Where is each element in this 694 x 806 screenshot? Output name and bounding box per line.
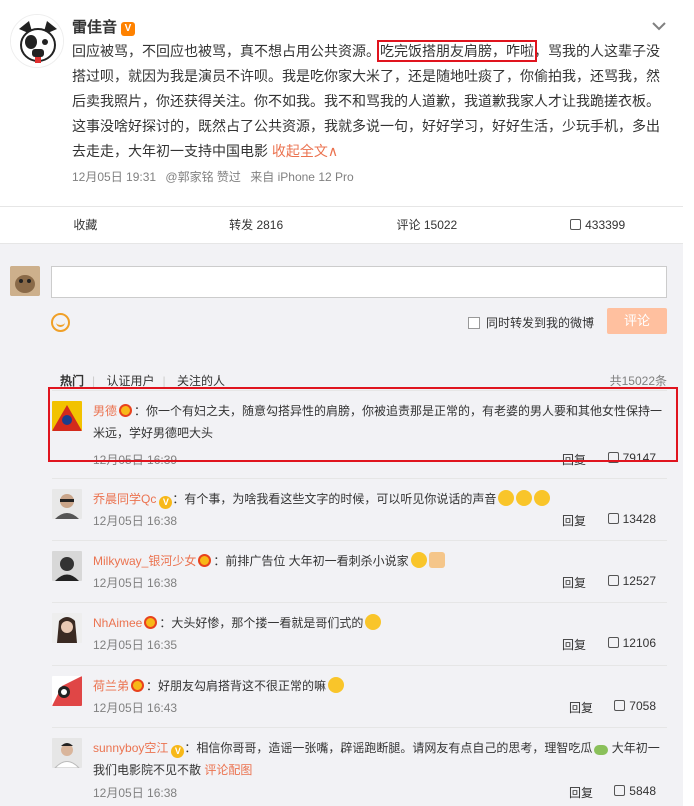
commenter-name[interactable]: sunnyboy空江 <box>93 741 168 755</box>
highlight-box <box>48 387 678 462</box>
verified-badge: V <box>171 745 185 758</box>
commenter-name[interactable]: NhAimee <box>93 616 142 630</box>
author-avatar[interactable] <box>10 14 64 68</box>
my-avatar[interactable] <box>10 266 40 296</box>
melon-emoji-icon <box>594 745 609 755</box>
post-liker[interactable]: @郭家铭 赞过 <box>165 170 241 184</box>
verified-badge: V <box>121 22 136 36</box>
comment-like-button[interactable]: 13428 <box>607 512 656 526</box>
submit-comment-button[interactable]: 评论 <box>607 308 667 334</box>
wink-emoji-icon <box>410 552 427 568</box>
member-badge-icon <box>144 616 158 629</box>
thumbs-up-icon <box>607 637 619 648</box>
comment-time: 12月05日 16:38 <box>93 576 178 590</box>
laugh-emoji-icon <box>365 614 382 630</box>
repost-button[interactable]: 转发 2816 <box>171 207 342 243</box>
comment-image-link[interactable]: 评论配图 <box>204 763 252 777</box>
smile-icon[interactable] <box>51 313 70 332</box>
thumbs-up-icon <box>570 219 582 230</box>
like-button[interactable]: 433399 <box>512 207 683 243</box>
comment-like-button[interactable]: 5848 <box>614 784 656 798</box>
commenter-name[interactable]: Milkyway_银河少女 <box>93 554 196 568</box>
comment-like-button[interactable]: 12527 <box>607 574 656 588</box>
member-badge-icon <box>131 679 145 692</box>
comment-time: 12月05日 16:38 <box>93 786 178 800</box>
commenter-avatar[interactable] <box>52 551 82 581</box>
favorite-button[interactable]: 收藏 <box>0 207 171 243</box>
thumbs-up-icon <box>614 700 626 711</box>
comment-item: 乔晨同学Qc V ：有个事，为啥我看这些文字的时候，可以听见你说话的声音 12月05… <box>52 478 667 538</box>
comment-text: Milkyway_银河少女 ：前排广告位 大年初一看刺杀小说家 <box>93 550 667 572</box>
post-text: 回应被骂，不回应也被骂，真不想占用公共资源。吃完饭搭朋友肩膀，咋啦，骂我的人这辈… <box>72 40 660 159</box>
post-source: 来自 iPhone 12 Pro <box>250 170 354 184</box>
comment-time: 12月05日 16:43 <box>93 701 178 715</box>
comment-text: 荷兰弟 ：好朋友勾肩搭背这不很正常的嘛 <box>93 675 667 697</box>
commenter-name[interactable]: 乔晨同学Qc <box>93 492 156 506</box>
comment-button[interactable]: 评论 15022 <box>342 207 513 243</box>
forward-checkbox[interactable]: 同时转发到我的微博 <box>468 314 594 331</box>
comment-like-button[interactable]: 12106 <box>607 636 656 650</box>
comment-text: sunnyboy空江 V ：相信你哥哥，造谣一张嘴，辟谣跑断腿。请网友有点自己的思考… <box>93 741 660 777</box>
reply-button[interactable]: 回复 <box>569 784 593 801</box>
comment-like-button[interactable]: 7058 <box>614 699 656 713</box>
commenter-avatar[interactable] <box>52 738 82 768</box>
laugh-emoji-icon <box>328 677 345 693</box>
laugh-emoji-icon <box>534 490 551 506</box>
action-bar: 收藏 转发 2816 评论 15022 433399 <box>0 206 683 244</box>
comment-item: 荷兰弟 ：好朋友勾肩搭背这不很正常的嘛 12月05日 16:43 回复 7058 <box>52 665 667 725</box>
laugh-emoji-icon <box>516 490 533 506</box>
comment-text: 乔晨同学Qc V ：有个事，为啥我看这些文字的时候，可以听见你说话的声音 <box>93 488 667 510</box>
member-badge-icon <box>198 554 212 567</box>
comment-item: NhAimee ：大头好惨，那个搂一看就是哥们式的 12月05日 16:35 回复… <box>52 602 667 662</box>
comment-text: NhAimee ：大头好惨，那个搂一看就是哥们式的 <box>93 612 667 634</box>
reply-button[interactable]: 回复 <box>569 699 593 716</box>
comment-item: sunnyboy空江 V ：相信你哥哥，造谣一张嘴，辟谣跑断腿。请网友有点自己的思考… <box>52 727 667 806</box>
comment-input[interactable] <box>51 266 667 298</box>
commenter-avatar[interactable] <box>52 676 82 706</box>
comment-item: Milkyway_银河少女 ：前排广告位 大年初一看刺杀小说家 12月05日 16… <box>52 540 667 600</box>
reply-button[interactable]: 回复 <box>562 512 586 529</box>
author-name[interactable]: 雷佳音 V <box>72 16 136 37</box>
commenter-avatar[interactable] <box>52 613 82 643</box>
commenter-name[interactable]: 荷兰弟 <box>93 679 129 693</box>
highlighted-text: 吃完饭搭朋友肩膀，咋啦 <box>377 40 537 62</box>
collapse-link[interactable]: 收起全文∧ <box>272 143 338 159</box>
thumbs-up-icon <box>607 513 619 524</box>
chevron-down-icon[interactable] <box>652 18 666 34</box>
post-meta: 12月05日 19:31 @郭家铭 赞过 来自 iPhone 12 Pro <box>72 168 360 185</box>
commenter-avatar[interactable] <box>52 489 82 519</box>
verified-badge: V <box>159 496 173 509</box>
thumbs-up-icon <box>614 785 626 796</box>
reply-button[interactable]: 回复 <box>562 574 586 591</box>
thumbs-up-icon <box>607 575 619 586</box>
comments-section: 同时转发到我的微博 评论 热门 | 认证用户 | 关注的人 共15022条 男德 ：你… <box>0 244 683 806</box>
reply-button[interactable]: 回复 <box>562 636 586 653</box>
comment-time: 12月05日 16:38 <box>93 514 178 528</box>
thumbs-up-emoji-icon <box>428 552 445 568</box>
weibo-post: 雷佳音 V 回应被骂，不回应也被骂，真不想占用公共资源。吃完饭搭朋友肩膀，咋啦，骂… <box>0 0 694 206</box>
post-time[interactable]: 12月05日 19:31 <box>72 170 156 184</box>
laugh-emoji-icon <box>498 490 515 506</box>
comment-time: 12月05日 16:35 <box>93 638 178 652</box>
